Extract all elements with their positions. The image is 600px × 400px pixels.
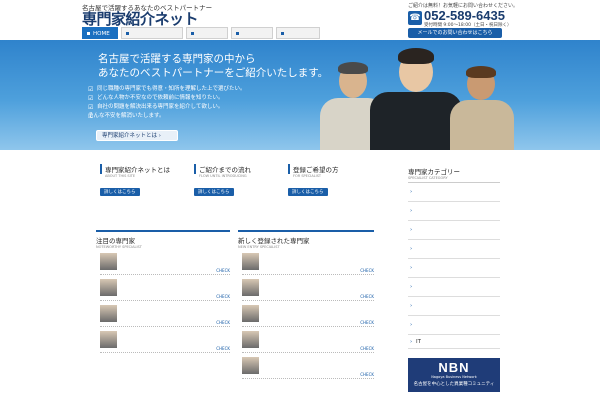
new-entries-section-header: 新しく登録された専門家 NEW ENTRY SPECIALIST (238, 230, 374, 249)
hero-heading-line1: 名古屋で活躍する専門家の中から (98, 53, 256, 65)
hero-bullet: 自社の問題を解決出来る専門家を紹介して欲しい。 (88, 103, 246, 112)
nav-home[interactable]: HOME (82, 27, 118, 39)
new-entry[interactable]: CHECK (242, 302, 374, 327)
featured-entry[interactable]: CHECK (100, 328, 230, 353)
category-item[interactable] (408, 316, 500, 335)
new-entry[interactable]: CHECK (242, 250, 374, 275)
nbn-logo: NBN (438, 360, 470, 375)
hero-heading: 名古屋で活躍する専門家の中から あなたのベストパートナーをご紹介いたします。 (98, 52, 328, 80)
check-link[interactable]: CHECK (216, 320, 230, 325)
category-item[interactable] (408, 278, 500, 297)
check-link[interactable]: CHECK (216, 294, 230, 299)
specialist-photo (100, 305, 117, 322)
nav-item-4[interactable] (230, 27, 273, 39)
category-item[interactable] (408, 259, 500, 278)
specialist-photo (242, 357, 259, 374)
section-title: 注目の専門家 (96, 237, 135, 245)
info-box-subtitle: ABOUT THIS SITE (105, 174, 136, 178)
global-nav: HOME (82, 27, 323, 39)
new-entry[interactable]: CHECK (242, 328, 374, 353)
check-link[interactable]: CHECK (216, 268, 230, 273)
person-photo-right (448, 64, 516, 150)
check-link[interactable]: CHECK (216, 346, 230, 351)
specialist-photo (100, 279, 117, 296)
nbn-subtitle: Nagoya Business Network (431, 375, 477, 379)
section-subtitle: NOTEWORTHY SPECIALIST (96, 245, 142, 249)
nav-item-3[interactable] (185, 27, 228, 39)
info-box-subtitle: FOR SPECIALIST (293, 174, 322, 178)
hero-cta-label: 専門家紹介ネットとは (102, 133, 158, 139)
info-box-subtitle: FLOW UNTIL INTRODUCING (199, 174, 247, 178)
info-box-title: 専門家紹介ネットとは (100, 164, 188, 174)
phone-icon: ☎ (408, 11, 422, 25)
hero-bullet: 同じ職種の専門家でも得意・知所を理解した上で選びたい。 (88, 85, 246, 94)
hero-closing: そんな不安を解消いたします。 (88, 112, 246, 121)
hero-bullet: どんな人物か不安なので依頼前に情報を知りたい。 (88, 94, 246, 103)
new-entry[interactable]: CHECK (242, 276, 374, 301)
info-box-more-button[interactable]: 詳しくはこちら (288, 188, 328, 196)
category-subtitle: SPECIALIST CATEGORY (408, 176, 448, 180)
category-title: 専門家カテゴリー (408, 168, 460, 176)
category-item[interactable] (408, 221, 500, 240)
hero-checklist: 同じ職種の専門家でも得意・知所を理解した上で選びたい。 どんな人物か不安なので依… (88, 85, 246, 121)
info-box-flow: ご紹介までの流れ FLOW UNTIL INTRODUCING 詳しくはこちら (194, 164, 282, 196)
specialist-photo (242, 253, 259, 270)
specialist-photo (100, 331, 117, 348)
hero-banner: 名古屋で活躍する専門家の中から あなたのベストパートナーをご紹介いたします。 同… (0, 40, 600, 150)
check-link[interactable]: CHECK (360, 372, 374, 377)
nbn-banner[interactable]: NBN Nagoya Business Network 名古屋を中心とした異業種… (408, 358, 500, 392)
hero-heading-line2: あなたのベストパートナーをご紹介いたします。 (98, 67, 329, 79)
info-box-more-button[interactable]: 詳しくはこちら (100, 188, 140, 196)
check-link[interactable]: CHECK (360, 320, 374, 325)
nav-item-5[interactable] (275, 27, 320, 39)
featured-entry[interactable]: CHECK (100, 276, 230, 301)
section-subtitle: NEW ENTRY SPECIALIST (238, 245, 280, 249)
info-box-about: 専門家紹介ネットとは ABOUT THIS SITE 詳しくはこちら (100, 164, 188, 196)
info-box-title: 登録ご希望の方 (288, 164, 376, 174)
hero-about-button[interactable]: 専門家紹介ネットとは › (96, 130, 178, 141)
info-box-register: 登録ご希望の方 FOR SPECIALIST 詳しくはこちら (288, 164, 376, 196)
category-item[interactable] (408, 183, 500, 202)
featured-section-header: 注目の専門家 NOTEWORTHY SPECIALIST (96, 230, 230, 249)
specialist-photo (242, 279, 259, 296)
specialist-photo (242, 305, 259, 322)
site-logo[interactable]: 専門家紹介ネット (82, 10, 199, 28)
featured-entry[interactable]: CHECK (100, 250, 230, 275)
featured-entry[interactable]: CHECK (100, 302, 230, 327)
specialist-photo (100, 253, 117, 270)
category-item-it[interactable]: IT (408, 335, 500, 349)
mail-contact-button[interactable]: メールでのお問い合わせはこちら (408, 28, 502, 38)
info-box-title: ご紹介までの流れ (194, 164, 282, 174)
nbn-caption: 名古屋を中心とした異業種コミュニティ (413, 382, 495, 387)
nav-item-2[interactable] (120, 27, 183, 39)
info-box-more-button[interactable]: 詳しくはこちら (194, 188, 234, 196)
check-link[interactable]: CHECK (360, 294, 374, 299)
category-item[interactable] (408, 202, 500, 221)
check-link[interactable]: CHECK (360, 346, 374, 351)
section-title: 新しく登録された専門家 (238, 237, 310, 245)
category-item[interactable] (408, 240, 500, 259)
new-entry[interactable]: CHECK (242, 354, 374, 379)
specialist-photo (242, 331, 259, 348)
category-item[interactable] (408, 297, 500, 316)
check-link[interactable]: CHECK (360, 268, 374, 273)
category-header: 専門家カテゴリー SPECIALIST CATEGORY (408, 166, 500, 183)
